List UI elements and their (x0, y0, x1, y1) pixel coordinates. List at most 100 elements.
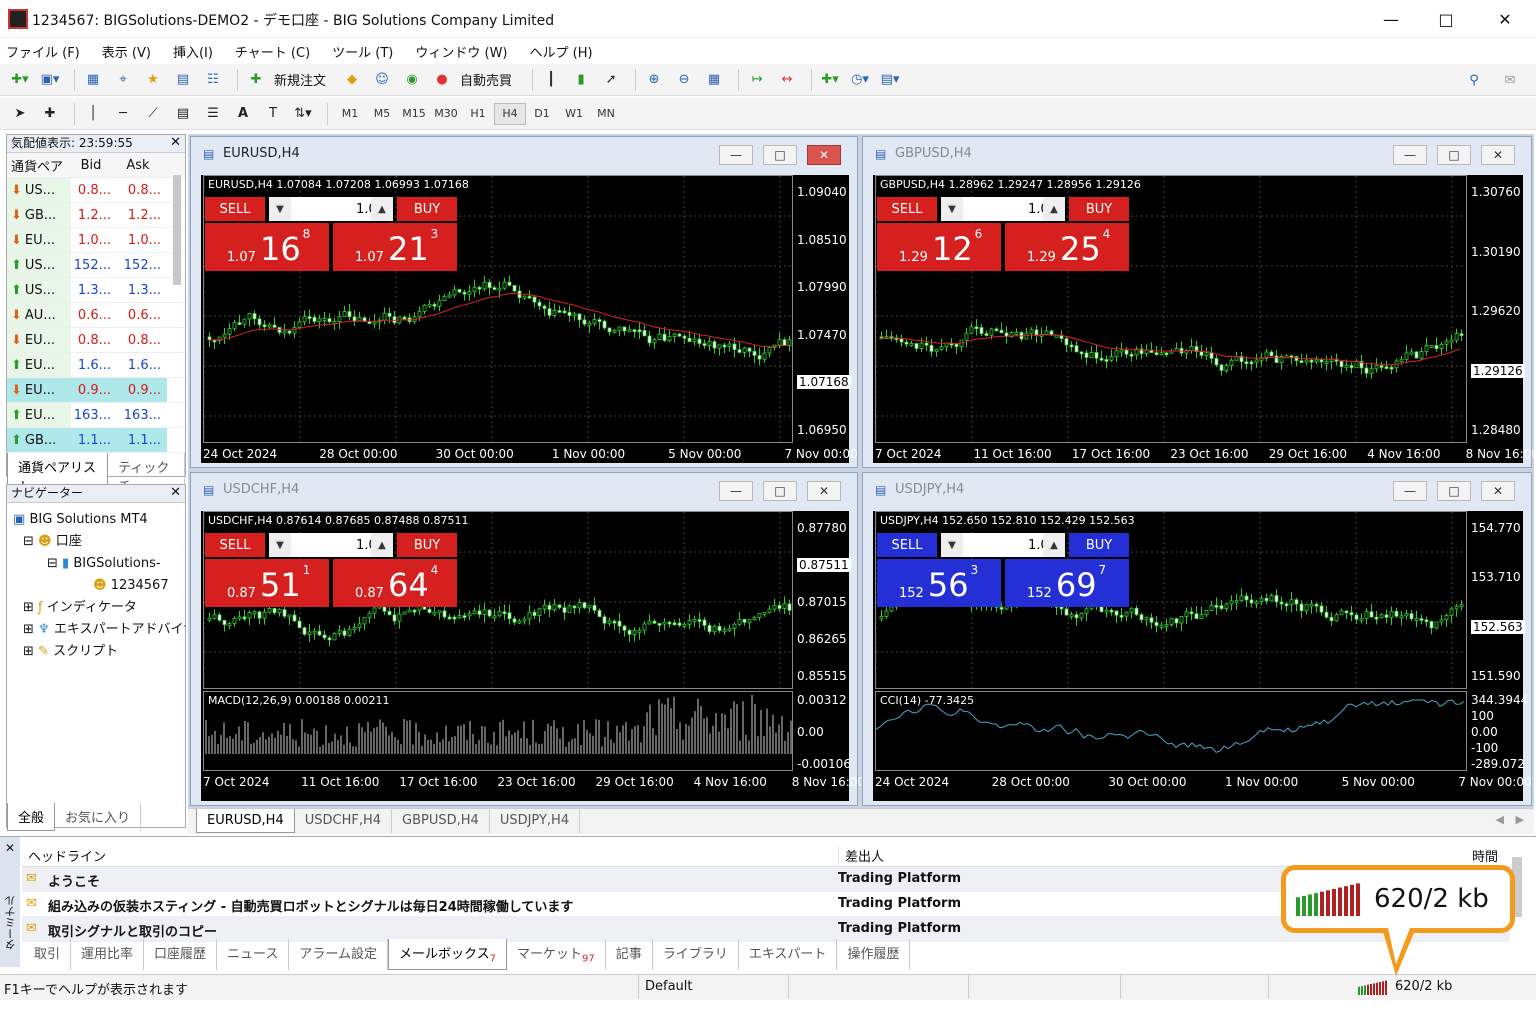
sell-price[interactable]: 1.29 12 6 (877, 223, 1001, 271)
tf-m1[interactable]: M1 (334, 107, 366, 120)
col-headline[interactable]: ヘッドライン (28, 846, 106, 865)
buy-price[interactable]: 1.07 21 3 (333, 223, 457, 271)
table-row[interactable]: ⬆ GB... 1.1... 1.1... (7, 428, 185, 453)
zoom-out-icon[interactable]: ⊖ (672, 69, 696, 91)
tf-h1[interactable]: H1 (462, 107, 494, 120)
sell-button[interactable]: SELL (877, 197, 937, 221)
maximize-button[interactable]: □ (1421, 0, 1471, 38)
buy-button[interactable]: BUY (1069, 533, 1129, 557)
sell-price[interactable]: 1.07 16 8 (205, 223, 329, 271)
close-icon[interactable]: ✕ (170, 485, 181, 500)
terminal-tab[interactable]: ニュース (217, 939, 290, 970)
tf-m30[interactable]: M30 (430, 107, 462, 120)
chart-minimize-button[interactable]: — (719, 481, 753, 501)
terminal-tab[interactable]: メールボックス7 (388, 939, 508, 970)
chart-window-gbpusd[interactable]: GBPUSD,H4 ▤ — □ ✕ GBPUSD,H4 1.28962 1.29… (862, 136, 1536, 468)
tree-experts[interactable]: ⊞ ♆ エキスパートアドバイザ (13, 619, 185, 641)
table-row[interactable]: ⬇ AU... 0.6... 0.6... (7, 303, 185, 328)
chart-close-button[interactable]: ✕ (1481, 145, 1515, 165)
chart-minimize-button[interactable]: — (1393, 145, 1427, 165)
table-row[interactable]: ⬆ US... 152... 152... (7, 253, 185, 278)
chart-minimize-button[interactable]: — (1393, 481, 1427, 501)
profiles-icon[interactable]: ▣▾ (38, 69, 62, 91)
lot-increase-icon[interactable]: ▲ (1043, 197, 1065, 221)
close-icon[interactable]: ✕ (0, 841, 20, 855)
buy-button[interactable]: BUY (397, 533, 457, 557)
tree-server[interactable]: ⊟ ▮ BIGSolutions- (13, 553, 185, 575)
tab-common[interactable]: 全般 (7, 803, 56, 831)
indicator-plot[interactable]: MACD(12,26,9) 0.00188 0.00211 (203, 691, 793, 771)
tf-h4[interactable]: H4 (494, 102, 526, 125)
navigator-icon[interactable]: ★ (141, 69, 165, 91)
tree-accounts[interactable]: ⊟ ☻ 口座 (13, 531, 185, 553)
indicators-icon[interactable]: ✚▾ (818, 69, 842, 91)
terminal-icon[interactable]: ▤ (171, 69, 195, 91)
tf-m5[interactable]: M5 (366, 107, 398, 120)
scroll-right-icon[interactable]: ▶ (1516, 813, 1524, 826)
chart-minimize-button[interactable]: — (719, 145, 753, 165)
terminal-tab[interactable]: アラーム設定 (289, 939, 389, 970)
tab-favorites[interactable]: お気に入り (55, 803, 142, 831)
chart-maximize-button[interactable]: □ (763, 481, 797, 501)
table-row[interactable]: ⬇ EU... 1.0... 1.0... (7, 228, 185, 253)
table-row[interactable]: ⬇ EU... 0.9... 0.9... (7, 378, 185, 403)
new-order-button[interactable]: 新規注文 (274, 70, 326, 89)
close-window-button[interactable]: ✕ (1480, 0, 1530, 38)
chart-tab-usdchf[interactable]: USDCHF,H4 (295, 809, 393, 833)
scroll-left-icon[interactable]: ◀ (1496, 813, 1504, 826)
tf-d1[interactable]: D1 (526, 107, 558, 120)
tf-w1[interactable]: W1 (558, 107, 590, 120)
lot-increase-icon[interactable]: ▲ (371, 533, 393, 557)
community-icon[interactable]: ☺ (370, 69, 394, 91)
chart-close-button[interactable]: ✕ (807, 145, 841, 165)
arrows-icon[interactable]: ⇅▾ (291, 103, 315, 125)
market-watch-icon[interactable]: ▦ (81, 69, 105, 91)
chart-close-button[interactable]: ✕ (807, 481, 841, 501)
chart-window-eurusd[interactable]: EURUSD,H4 ▤ — □ ✕ EURUSD,H4 1.07084 1.07… (190, 136, 858, 468)
table-row[interactable]: ⬆ US... 1.3... 1.3... (7, 278, 185, 303)
tile-windows-icon[interactable]: ▦ (702, 69, 726, 91)
tree-root[interactable]: ▣ BIG Solutions MT4 (13, 509, 185, 531)
chart-tab-usdjpy[interactable]: USDJPY,H4 (490, 809, 581, 833)
buy-button[interactable]: BUY (397, 197, 457, 221)
sell-price[interactable]: 152 56 3 (877, 559, 1001, 607)
lot-decrease-icon[interactable]: ▼ (269, 533, 291, 557)
lot-increase-icon[interactable]: ▲ (371, 197, 393, 221)
menu-insert[interactable]: 挿入(I) (173, 42, 213, 61)
auto-trade-button[interactable]: 自動売買 (460, 70, 512, 89)
text-label-icon[interactable]: T (261, 103, 285, 125)
tf-m15[interactable]: M15 (398, 107, 430, 120)
buy-price[interactable]: 1.29 25 4 (1005, 223, 1129, 271)
auto-trade-icon[interactable]: ● (430, 69, 454, 91)
notifications-icon[interactable]: ✉ (1498, 69, 1522, 91)
auto-scroll-icon[interactable]: ↦ (745, 69, 769, 91)
new-order-icon[interactable]: ✚ (244, 69, 268, 91)
lot-decrease-icon[interactable]: ▼ (269, 197, 291, 221)
menu-chart[interactable]: チャート (C) (235, 42, 310, 61)
buy-button[interactable]: BUY (1069, 197, 1129, 221)
crosshair-icon[interactable]: ✚ (38, 103, 62, 125)
lot-decrease-icon[interactable]: ▼ (941, 197, 963, 221)
chart-close-button[interactable]: ✕ (1481, 481, 1515, 501)
menu-file[interactable]: ファイル (F) (6, 42, 80, 61)
col-symbol[interactable]: 通貨ペア (7, 153, 71, 177)
sell-button[interactable]: SELL (877, 533, 937, 557)
terminal-tab[interactable]: 口座履歴 (144, 939, 218, 970)
tree-indicators[interactable]: ⊞ ƒ インディケータ (13, 597, 185, 619)
line-chart-icon[interactable]: ➚ (599, 69, 623, 91)
chart-window-usdjpy[interactable]: USDJPY,H4 ▤ — □ ✕ USDJPY,H4 152.650 152.… (862, 472, 1532, 806)
col-bid[interactable]: Bid (71, 153, 115, 177)
menu-view[interactable]: 表示 (V) (102, 42, 151, 61)
metaeditor-icon[interactable]: ◆ (340, 69, 364, 91)
table-row[interactable]: ⬇ GB... 1.2... 1.2... (7, 203, 185, 228)
candlestick-icon[interactable]: ▮ (569, 69, 593, 91)
sell-button[interactable]: SELL (205, 197, 265, 221)
data-window-icon[interactable]: ⌖ (111, 69, 135, 91)
trendline-icon[interactable]: ⟋ (141, 103, 165, 125)
terminal-tab[interactable]: マーケット97 (507, 939, 606, 970)
chart-maximize-button[interactable]: □ (1437, 145, 1471, 165)
text-icon[interactable]: A (231, 103, 255, 125)
menu-window[interactable]: ウィンドウ (W) (415, 42, 507, 61)
tree-account-id[interactable]: ☻ 1234567 (13, 575, 185, 597)
buy-price[interactable]: 0.87 64 4 (333, 559, 457, 607)
